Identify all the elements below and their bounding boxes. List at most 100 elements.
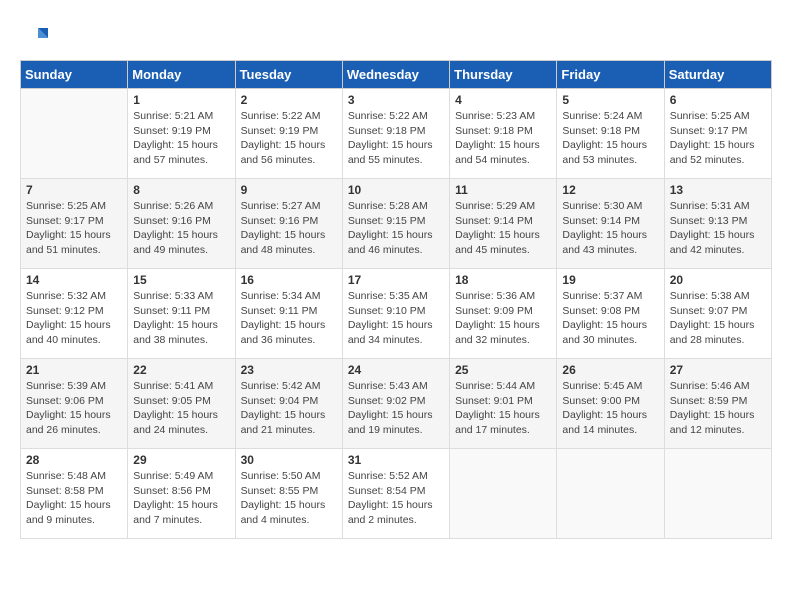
day-number: 13 bbox=[670, 183, 766, 197]
calendar-cell: 30 Sunrise: 5:50 AM Sunset: 8:55 PM Dayli… bbox=[235, 449, 342, 539]
day-info: Sunrise: 5:39 AM Sunset: 9:06 PM Dayligh… bbox=[26, 379, 122, 438]
calendar-cell: 7Sunrise: 5:25 AM Sunset: 9:17 PM Daylig… bbox=[21, 179, 128, 269]
weekday-header-wednesday: Wednesday bbox=[342, 61, 449, 89]
calendar-week-row: 1 Sunrise: 5:21 AM Sunset: 9:19 PM Daylig… bbox=[21, 89, 772, 179]
calendar-cell: 2Sunrise: 5:22 AM Sunset: 9:19 PM Daylig… bbox=[235, 89, 342, 179]
day-number: 3 bbox=[348, 93, 444, 107]
day-info: Sunrise: 5:45 AM Sunset: 9:00 PM Dayligh… bbox=[562, 379, 658, 438]
day-number: 4 bbox=[455, 93, 551, 107]
day-number: 16 bbox=[241, 273, 337, 287]
day-info: Sunrise: 5:44 AM Sunset: 9:01 PM Dayligh… bbox=[455, 379, 551, 438]
calendar-cell: 20 Sunrise: 5:38 AM Sunset: 9:07 PM Dayli… bbox=[664, 269, 771, 359]
day-number: 8 bbox=[133, 183, 229, 197]
calendar-cell: 27 Sunrise: 5:46 AM Sunset: 8:59 PM Dayli… bbox=[664, 359, 771, 449]
weekday-header-monday: Monday bbox=[128, 61, 235, 89]
day-info: Sunrise: 5:48 AM Sunset: 8:58 PM Dayligh… bbox=[26, 469, 122, 528]
day-info: Sunrise: 5:31 AM Sunset: 9:13 PM Dayligh… bbox=[670, 199, 766, 258]
calendar-cell: 19 Sunrise: 5:37 AM Sunset: 9:08 PM Dayli… bbox=[557, 269, 664, 359]
weekday-header-friday: Friday bbox=[557, 61, 664, 89]
day-info: Sunrise: 5:26 AM Sunset: 9:16 PM Dayligh… bbox=[133, 199, 229, 258]
calendar-week-row: 21 Sunrise: 5:39 AM Sunset: 9:06 PM Dayli… bbox=[21, 359, 772, 449]
day-number: 27 bbox=[670, 363, 766, 377]
logo bbox=[20, 20, 54, 50]
calendar-cell: 6 Sunrise: 5:25 AM Sunset: 9:17 PM Daylig… bbox=[664, 89, 771, 179]
calendar-cell: 14 Sunrise: 5:32 AM Sunset: 9:12 PM Dayli… bbox=[21, 269, 128, 359]
day-info: Sunrise: 5:37 AM Sunset: 9:08 PM Dayligh… bbox=[562, 289, 658, 348]
calendar-cell: 25 Sunrise: 5:44 AM Sunset: 9:01 PM Dayli… bbox=[450, 359, 557, 449]
calendar-cell: 12Sunrise: 5:30 AM Sunset: 9:14 PM Dayli… bbox=[557, 179, 664, 269]
calendar-cell: 26Sunrise: 5:45 AM Sunset: 9:00 PM Dayli… bbox=[557, 359, 664, 449]
calendar-cell: 22 Sunrise: 5:41 AM Sunset: 9:05 PM Dayli… bbox=[128, 359, 235, 449]
day-number: 24 bbox=[348, 363, 444, 377]
calendar-week-row: 28 Sunrise: 5:48 AM Sunset: 8:58 PM Dayli… bbox=[21, 449, 772, 539]
day-number: 19 bbox=[562, 273, 658, 287]
day-info: Sunrise: 5:28 AM Sunset: 9:15 PM Dayligh… bbox=[348, 199, 444, 258]
day-info: Sunrise: 5:29 AM Sunset: 9:14 PM Dayligh… bbox=[455, 199, 551, 258]
day-info: Sunrise: 5:33 AM Sunset: 9:11 PM Dayligh… bbox=[133, 289, 229, 348]
calendar-cell: 5Sunrise: 5:24 AM Sunset: 9:18 PM Daylig… bbox=[557, 89, 664, 179]
calendar-table: SundayMondayTuesdayWednesdayThursdayFrid… bbox=[20, 60, 772, 539]
day-number: 22 bbox=[133, 363, 229, 377]
day-info: Sunrise: 5:35 AM Sunset: 9:10 PM Dayligh… bbox=[348, 289, 444, 348]
day-number: 6 bbox=[670, 93, 766, 107]
calendar-week-row: 14 Sunrise: 5:32 AM Sunset: 9:12 PM Dayli… bbox=[21, 269, 772, 359]
calendar-cell: 31 Sunrise: 5:52 AM Sunset: 8:54 PM Dayli… bbox=[342, 449, 449, 539]
day-info: Sunrise: 5:25 AM Sunset: 9:17 PM Dayligh… bbox=[670, 109, 766, 168]
day-info: Sunrise: 5:25 AM Sunset: 9:17 PM Dayligh… bbox=[26, 199, 122, 258]
calendar-cell: 9Sunrise: 5:27 AM Sunset: 9:16 PM Daylig… bbox=[235, 179, 342, 269]
calendar-cell bbox=[21, 89, 128, 179]
calendar-cell: 24 Sunrise: 5:43 AM Sunset: 9:02 PM Dayli… bbox=[342, 359, 449, 449]
day-info: Sunrise: 5:43 AM Sunset: 9:02 PM Dayligh… bbox=[348, 379, 444, 438]
weekday-header-tuesday: Tuesday bbox=[235, 61, 342, 89]
calendar-cell: 1 Sunrise: 5:21 AM Sunset: 9:19 PM Daylig… bbox=[128, 89, 235, 179]
day-info: Sunrise: 5:46 AM Sunset: 8:59 PM Dayligh… bbox=[670, 379, 766, 438]
day-number: 15 bbox=[133, 273, 229, 287]
day-info: Sunrise: 5:52 AM Sunset: 8:54 PM Dayligh… bbox=[348, 469, 444, 528]
calendar-cell: 29Sunrise: 5:49 AM Sunset: 8:56 PM Dayli… bbox=[128, 449, 235, 539]
day-info: Sunrise: 5:24 AM Sunset: 9:18 PM Dayligh… bbox=[562, 109, 658, 168]
calendar-week-row: 7Sunrise: 5:25 AM Sunset: 9:17 PM Daylig… bbox=[21, 179, 772, 269]
calendar-cell: 3 Sunrise: 5:22 AM Sunset: 9:18 PM Daylig… bbox=[342, 89, 449, 179]
day-info: Sunrise: 5:38 AM Sunset: 9:07 PM Dayligh… bbox=[670, 289, 766, 348]
day-number: 31 bbox=[348, 453, 444, 467]
weekday-header-row: SundayMondayTuesdayWednesdayThursdayFrid… bbox=[21, 61, 772, 89]
day-number: 20 bbox=[670, 273, 766, 287]
day-number: 2 bbox=[241, 93, 337, 107]
calendar-cell: 23 Sunrise: 5:42 AM Sunset: 9:04 PM Dayli… bbox=[235, 359, 342, 449]
calendar-cell bbox=[450, 449, 557, 539]
day-info: Sunrise: 5:50 AM Sunset: 8:55 PM Dayligh… bbox=[241, 469, 337, 528]
weekday-header-saturday: Saturday bbox=[664, 61, 771, 89]
calendar-cell: 8 Sunrise: 5:26 AM Sunset: 9:16 PM Daylig… bbox=[128, 179, 235, 269]
day-info: Sunrise: 5:23 AM Sunset: 9:18 PM Dayligh… bbox=[455, 109, 551, 168]
calendar-cell: 10 Sunrise: 5:28 AM Sunset: 9:15 PM Dayli… bbox=[342, 179, 449, 269]
page-header bbox=[20, 20, 772, 50]
calendar-cell: 16 Sunrise: 5:34 AM Sunset: 9:11 PM Dayli… bbox=[235, 269, 342, 359]
day-number: 14 bbox=[26, 273, 122, 287]
day-number: 10 bbox=[348, 183, 444, 197]
day-info: Sunrise: 5:42 AM Sunset: 9:04 PM Dayligh… bbox=[241, 379, 337, 438]
calendar-cell: 18 Sunrise: 5:36 AM Sunset: 9:09 PM Dayli… bbox=[450, 269, 557, 359]
day-number: 28 bbox=[26, 453, 122, 467]
day-number: 30 bbox=[241, 453, 337, 467]
day-number: 29 bbox=[133, 453, 229, 467]
day-info: Sunrise: 5:22 AM Sunset: 9:18 PM Dayligh… bbox=[348, 109, 444, 168]
weekday-header-sunday: Sunday bbox=[21, 61, 128, 89]
day-number: 25 bbox=[455, 363, 551, 377]
calendar-cell: 13 Sunrise: 5:31 AM Sunset: 9:13 PM Dayli… bbox=[664, 179, 771, 269]
day-info: Sunrise: 5:36 AM Sunset: 9:09 PM Dayligh… bbox=[455, 289, 551, 348]
day-number: 9 bbox=[241, 183, 337, 197]
day-number: 18 bbox=[455, 273, 551, 287]
calendar-cell bbox=[557, 449, 664, 539]
calendar-cell: 21 Sunrise: 5:39 AM Sunset: 9:06 PM Dayli… bbox=[21, 359, 128, 449]
day-info: Sunrise: 5:32 AM Sunset: 9:12 PM Dayligh… bbox=[26, 289, 122, 348]
day-number: 23 bbox=[241, 363, 337, 377]
day-number: 12 bbox=[562, 183, 658, 197]
day-info: Sunrise: 5:34 AM Sunset: 9:11 PM Dayligh… bbox=[241, 289, 337, 348]
calendar-cell: 17Sunrise: 5:35 AM Sunset: 9:10 PM Dayli… bbox=[342, 269, 449, 359]
day-info: Sunrise: 5:41 AM Sunset: 9:05 PM Dayligh… bbox=[133, 379, 229, 438]
calendar-cell: 11Sunrise: 5:29 AM Sunset: 9:14 PM Dayli… bbox=[450, 179, 557, 269]
day-info: Sunrise: 5:21 AM Sunset: 9:19 PM Dayligh… bbox=[133, 109, 229, 168]
logo-icon bbox=[20, 20, 50, 50]
day-number: 1 bbox=[133, 93, 229, 107]
day-number: 21 bbox=[26, 363, 122, 377]
